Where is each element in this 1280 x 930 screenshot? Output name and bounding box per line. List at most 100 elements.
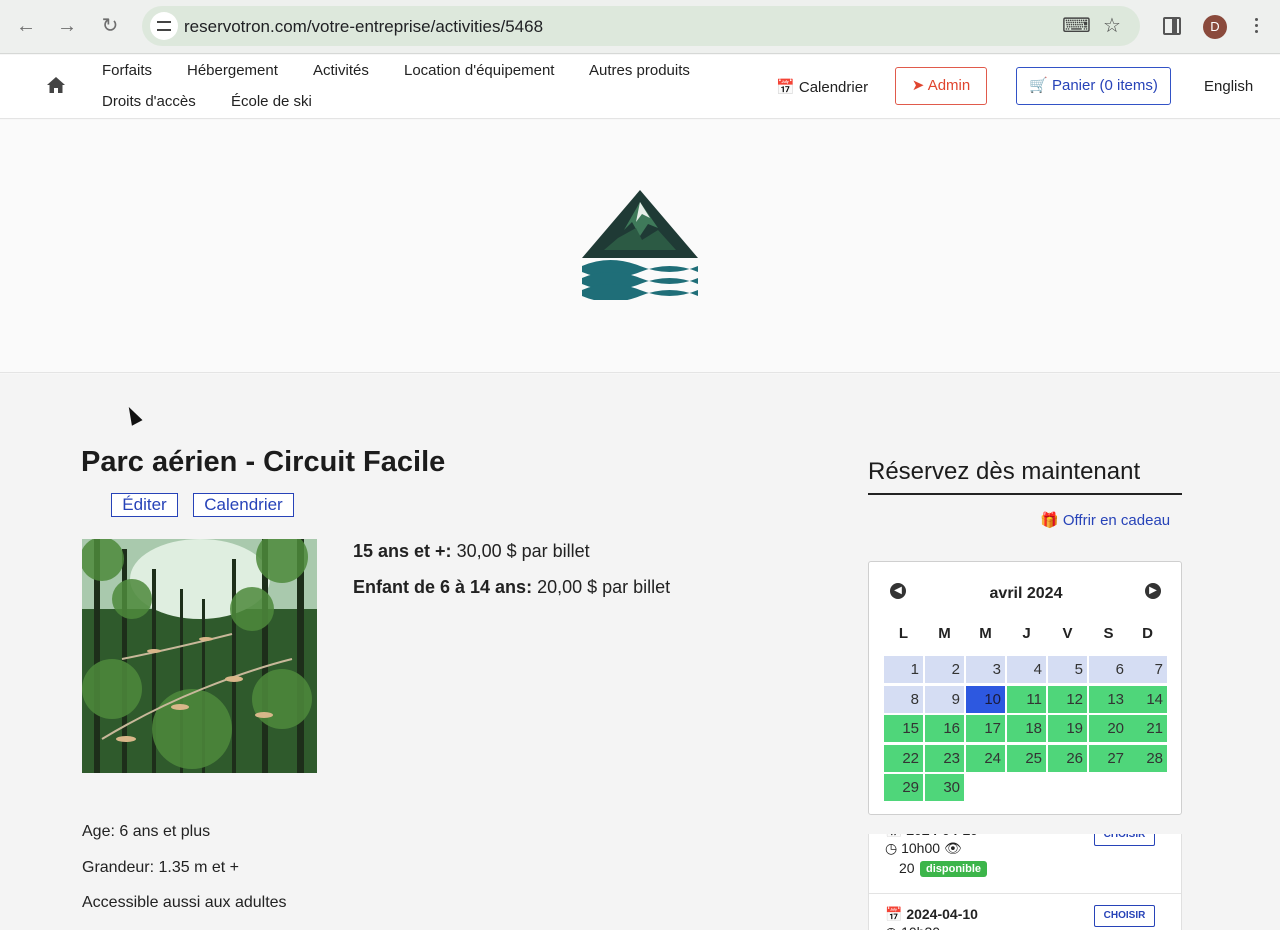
calendar-day: 2 [925, 656, 964, 683]
home-icon[interactable] [46, 75, 66, 95]
nav-link-autres-produits[interactable]: Autres produits [589, 62, 690, 79]
calendar-day[interactable]: 30 [925, 774, 964, 801]
choose-slot-button[interactable]: CHOISIR [1094, 834, 1155, 846]
header-banner [0, 120, 1280, 373]
slot-time-text: 10h30 [901, 924, 940, 930]
slot-date: 📅 2024-04-10 [885, 906, 978, 923]
calendar-day[interactable]: 15 [884, 715, 923, 742]
url-text[interactable]: reservotron.com/votre-entreprise/activit… [184, 17, 543, 37]
page-title: Parc aérien - Circuit Facile [81, 446, 446, 478]
next-month-icon[interactable]: ▶ [1145, 583, 1161, 599]
slot-time-text: 10h00 [901, 840, 941, 856]
nav-link-forfaits[interactable]: Forfaits [102, 62, 152, 79]
clock-icon: ◷ [885, 924, 897, 930]
forward-arrow-icon[interactable]: → [55, 14, 79, 38]
nav-link-activites[interactable]: Activités [313, 62, 369, 79]
language-switch[interactable]: English [1204, 78, 1253, 95]
rocket-icon: ➤ [911, 77, 925, 94]
calendar-day[interactable]: 17 [966, 715, 1005, 742]
site-navbar: Forfaits Hébergement Activités Location … [0, 55, 1280, 119]
nav-link-ecole-ski[interactable]: École de ski [231, 93, 312, 110]
eye-icon: 👁 [943, 840, 962, 856]
calendar-day: 4 [1007, 656, 1046, 683]
price-child-label: Enfant de 6 à 14 ans: [353, 577, 533, 597]
calendar-day[interactable]: 16 [925, 715, 964, 742]
treetop-course-illustration [82, 539, 317, 773]
calendar-day[interactable]: 29 [884, 774, 923, 801]
calendar-day[interactable]: 25 [1007, 744, 1046, 772]
calendar-day[interactable]: 27 [1089, 744, 1128, 772]
nav-link-hebergement[interactable]: Hébergement [187, 62, 278, 79]
browser-menu-icon[interactable] [1246, 14, 1266, 38]
slot-date: 📅 2024-04-10 [885, 834, 978, 839]
weekday-header: L [898, 625, 909, 642]
weekday-header: J [1022, 625, 1031, 642]
calendar-day[interactable]: 12 [1048, 685, 1087, 713]
weekday-header: V [1062, 625, 1073, 642]
calendar-day[interactable]: 26 [1048, 744, 1087, 772]
calendar-month: avril 2024 [989, 585, 1063, 602]
nav-calendar-link[interactable]: 📅 Calendrier [776, 78, 868, 96]
slot-date-text: 2024-04-10 [906, 906, 978, 922]
translate-icon[interactable]: ⌨ [1062, 14, 1091, 38]
choose-slot-button[interactable]: CHOISIR [1094, 905, 1155, 927]
back-arrow-icon[interactable]: ← [14, 14, 38, 38]
weekday-header: M [938, 625, 951, 642]
calendar-day: 5 [1048, 656, 1087, 683]
price-child-value: 20,00 $ par billet [537, 577, 671, 597]
adult-info: Accessible aussi aux adultes [82, 894, 287, 911]
calendar-day[interactable]: 18 [1007, 715, 1046, 742]
shopping-cart-icon: 🛒 [1029, 77, 1048, 94]
booking-calendar: ◀ avril 2024 ▶ L M M J V S D 1 2 3 4 5 6 7 8 9 10 11 12 13 1… [868, 561, 1182, 815]
calendar-day: 7 [1128, 656, 1167, 683]
activity-photo [82, 539, 317, 773]
timeslot-item: 📅 2024-04-10 ◷ 10h30 CHOISIR [869, 898, 1181, 930]
calendar-day[interactable]: 10 [966, 685, 1005, 713]
site-settings-icon[interactable] [150, 12, 178, 40]
cart-label: Panier (0 items) [1051, 77, 1158, 94]
admin-button[interactable]: ➤ Admin [895, 67, 987, 105]
calendar-day[interactable]: 19 [1048, 715, 1087, 742]
calendar-day[interactable]: 20 [1089, 715, 1128, 742]
clock-icon: ◷ [885, 840, 898, 856]
reload-icon[interactable]: ↻ [98, 14, 122, 38]
calendar-day: 6 [1089, 656, 1128, 683]
nav-link-droits-acces[interactable]: Droits d'accès [102, 93, 196, 110]
cart-button[interactable]: 🛒 Panier (0 items) [1016, 67, 1171, 105]
calendar-day[interactable]: 23 [925, 744, 964, 772]
calendar-day[interactable]: 21 [1128, 715, 1167, 742]
calendar-day[interactable]: 14 [1128, 685, 1167, 713]
gift-label: Offrir en cadeau [1062, 512, 1171, 529]
weekday-header: M [979, 625, 992, 642]
height-info: Grandeur: 1.35 m et + [82, 859, 239, 876]
calendar-day: 3 [966, 656, 1005, 683]
browser-toolbar: ← → ↻ reservotron.com/votre-entreprise/a… [0, 0, 1280, 54]
slot-time: ◷ 10h30 [885, 924, 940, 930]
slot-date-text: 2024-04-10 [906, 834, 978, 838]
weekday-header: D [1142, 625, 1153, 642]
calendar-day[interactable]: 22 [884, 744, 923, 772]
edit-button[interactable]: Éditer [111, 493, 178, 517]
calendar-day[interactable]: 13 [1089, 685, 1128, 713]
side-panel-icon[interactable] [1163, 17, 1181, 35]
mountain-logo [582, 190, 698, 300]
calendar-day[interactable]: 24 [966, 744, 1005, 772]
calendar-day[interactable]: 11 [1007, 685, 1046, 713]
calendar-day: 8 [884, 685, 923, 713]
price-child: Enfant de 6 à 14 ans: 20,00 $ par billet [353, 577, 670, 598]
bookmark-star-icon[interactable]: ☆ [1100, 14, 1124, 38]
calendar-icon: 📅 [885, 906, 903, 922]
calendar-day[interactable]: 28 [1128, 744, 1167, 772]
calendar-icon: 📅 [776, 79, 795, 96]
price-adult: 15 ans et +: 30,00 $ par billet [353, 541, 590, 562]
calendar-day: 1 [884, 656, 923, 683]
gift-link[interactable]: 🎁 Offrir en cadeau [1040, 511, 1170, 529]
address-bar[interactable]: reservotron.com/votre-entreprise/activit… [142, 6, 1140, 46]
availability-badge: disponible [920, 861, 987, 877]
price-adult-label: 15 ans et +: [353, 541, 452, 561]
age-info: Age: 6 ans et plus [82, 823, 211, 840]
booking-title: Réservez dès maintenant [868, 458, 1141, 485]
profile-avatar[interactable]: D [1203, 15, 1227, 39]
activity-calendar-button[interactable]: Calendrier [193, 493, 294, 517]
nav-link-location-equipement[interactable]: Location d'équipement [404, 62, 554, 79]
